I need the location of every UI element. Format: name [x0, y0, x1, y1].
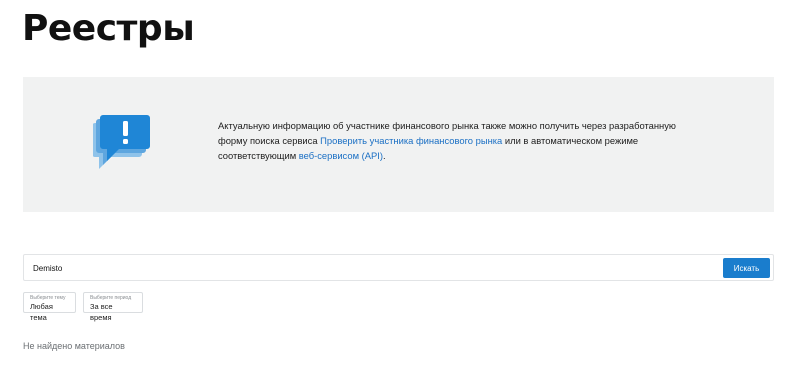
search-input[interactable]: [33, 260, 713, 276]
period-filter-select[interactable]: Выберите период За все время: [83, 292, 143, 322]
info-text-part: .: [382, 150, 386, 161]
exclamation-speech-bubble-icon: [92, 115, 155, 173]
theme-filter-value: Любая тема: [30, 302, 53, 322]
info-text: Актуальную информацию об участнике финан…: [218, 118, 698, 163]
web-service-api-link[interactable]: веб-сервисом (API): [299, 150, 383, 161]
page-title: Реестры: [22, 8, 195, 49]
info-panel: Актуальную информацию об участнике финан…: [23, 77, 774, 212]
empty-results-message: Не найдено материалов: [23, 341, 125, 351]
period-filter-value: За все время: [90, 302, 113, 322]
theme-filter-select[interactable]: Выберите тему Любая тема: [23, 292, 76, 322]
check-participant-link[interactable]: Проверить участника финансового рынка: [320, 135, 502, 146]
search-button[interactable]: Искать: [723, 258, 770, 278]
search-box: Искать: [23, 254, 774, 281]
